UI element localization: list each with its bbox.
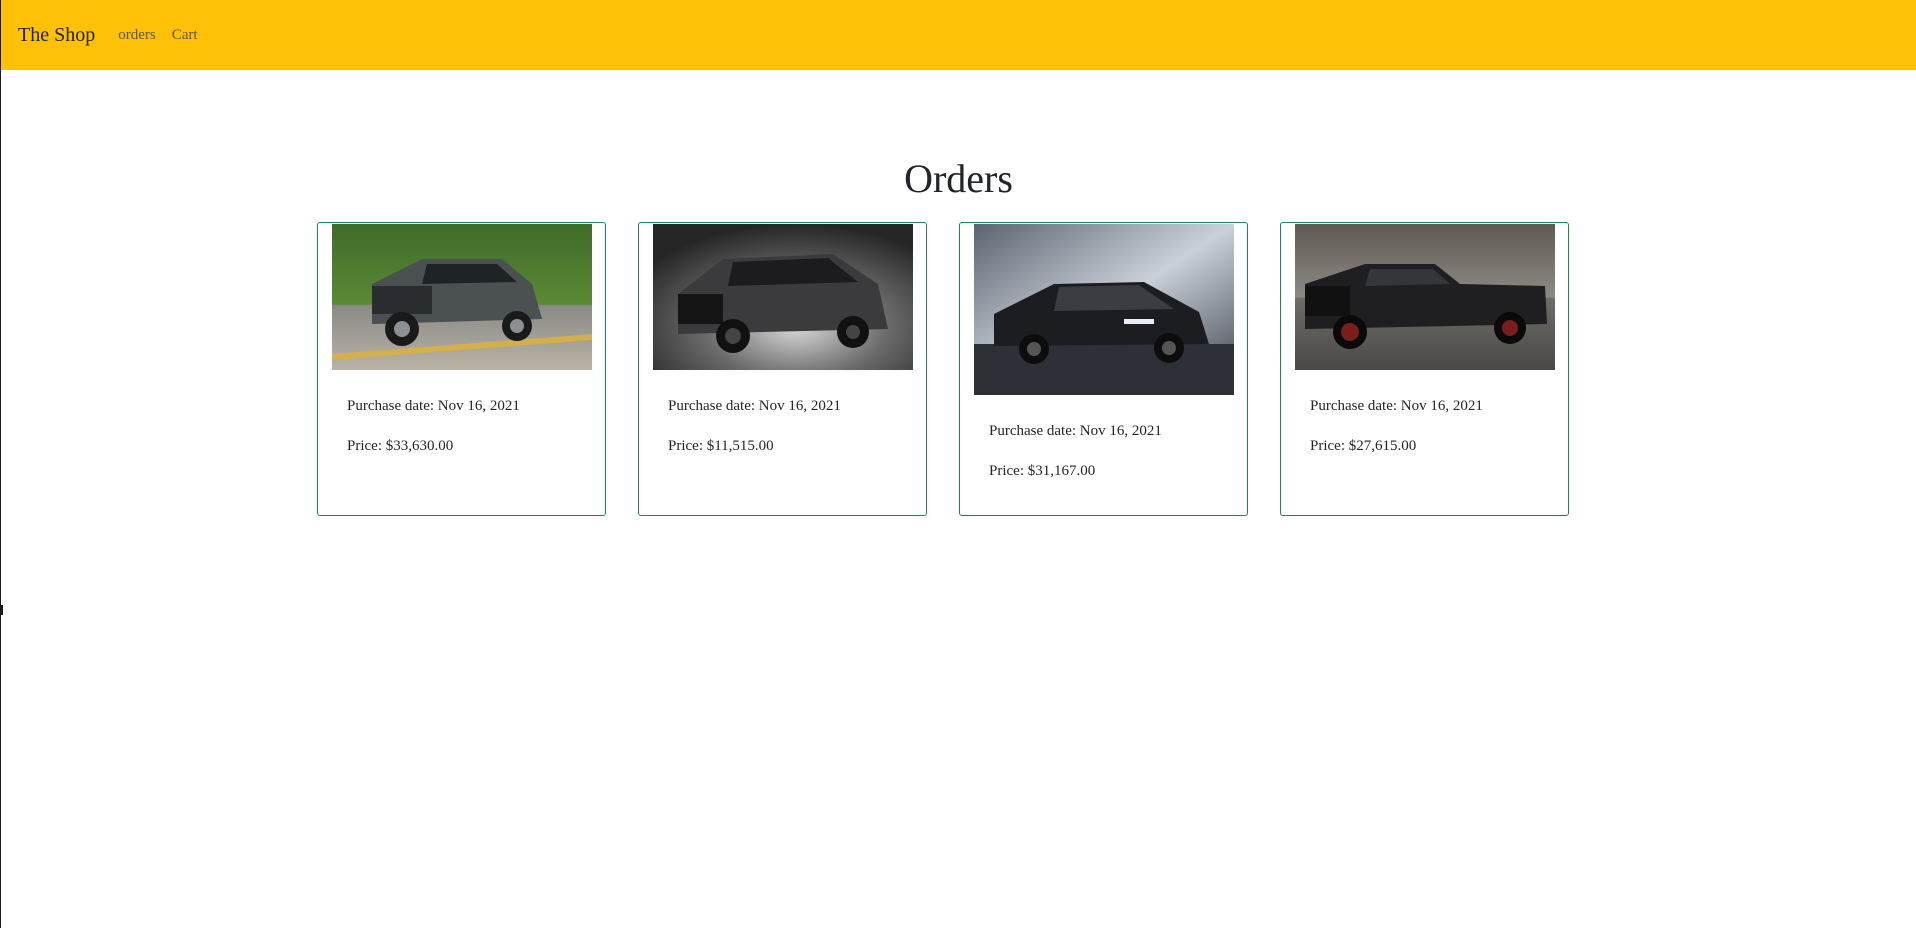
order-price: Price: $33,630.00 xyxy=(347,438,454,454)
purchase-date: Purchase date: Nov 16, 2021 xyxy=(989,423,1162,439)
sedan-photo xyxy=(974,224,1234,395)
order-card[interactable]: Purchase date: Nov 16, 2021 Price: $11,5… xyxy=(638,222,927,516)
order-price: Price: $27,615.00 xyxy=(1310,438,1417,454)
nav-link-orders[interactable]: orders xyxy=(118,27,156,44)
order-card[interactable]: Purchase date: Nov 16, 2021 Price: $33,6… xyxy=(317,222,606,516)
navbar: The Shop orders Cart xyxy=(1,0,1916,70)
order-info: Purchase date: Nov 16, 2021 Price: $11,5… xyxy=(668,397,841,477)
order-price: Price: $31,167.00 xyxy=(989,463,1096,479)
order-info: Purchase date: Nov 16, 2021 Price: $33,6… xyxy=(347,397,520,477)
order-info: Purchase date: Nov 16, 2021 Price: $27,6… xyxy=(1310,397,1483,477)
order-price: Price: $11,515.00 xyxy=(668,438,774,454)
brand-link[interactable]: The Shop xyxy=(18,24,95,47)
nav-link-cart[interactable]: Cart xyxy=(172,27,198,44)
purchase-date: Purchase date: Nov 16, 2021 xyxy=(668,398,841,414)
purchase-date: Purchase date: Nov 16, 2021 xyxy=(1310,398,1483,414)
window-edge-marker xyxy=(1,605,3,615)
order-card[interactable]: Purchase date: Nov 16, 2021 Price: $31,1… xyxy=(959,222,1248,516)
purchase-date: Purchase date: Nov 16, 2021 xyxy=(347,398,520,414)
orders-list: Purchase date: Nov 16, 2021 Price: $33,6… xyxy=(317,222,1569,516)
pickup-truck-photo xyxy=(332,224,592,370)
order-card[interactable]: Purchase date: Nov 16, 2021 Price: $27,6… xyxy=(1280,222,1569,516)
order-info: Purchase date: Nov 16, 2021 Price: $31,1… xyxy=(989,422,1162,502)
suv-photo xyxy=(653,224,913,370)
pickup-truck-photo xyxy=(1295,224,1555,370)
page-title: Orders xyxy=(904,156,1013,201)
page: The Shop orders Cart Orders Purchase dat… xyxy=(0,0,1916,928)
